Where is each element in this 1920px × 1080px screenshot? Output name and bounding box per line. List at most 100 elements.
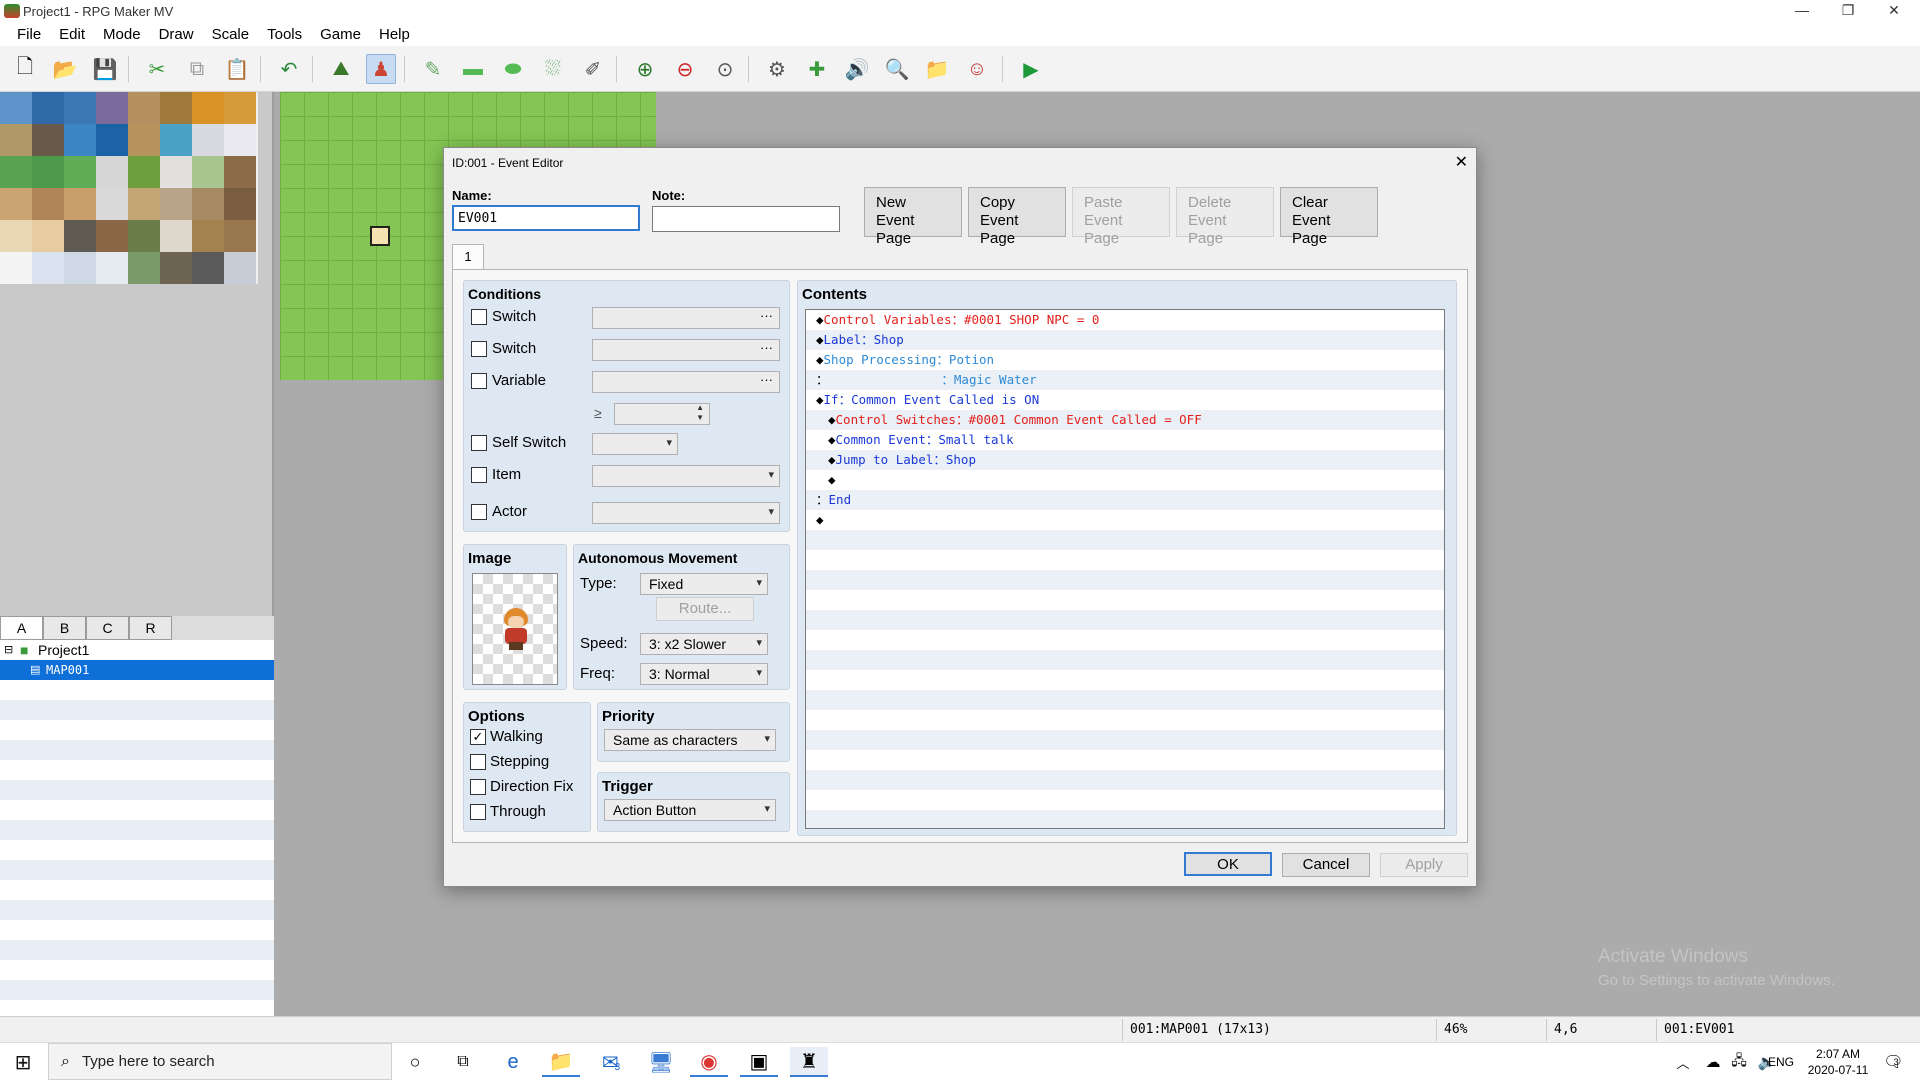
tree-item-map001[interactable]: ▤ MAP001 (0, 660, 274, 680)
variable-select[interactable]: ··· (592, 371, 780, 393)
movement-type-select[interactable]: Fixed ▾ (640, 573, 768, 595)
copy-icon[interactable]: ⧉ (182, 54, 212, 84)
rpg-maker-taskbar-icon[interactable]: ♜ (790, 1047, 828, 1077)
undo-icon[interactable]: ↶ (274, 54, 304, 84)
tile[interactable] (32, 156, 64, 188)
tile[interactable] (192, 252, 224, 284)
file-explorer-icon[interactable]: 📁 (542, 1047, 580, 1077)
apply-button[interactable]: Apply (1380, 853, 1468, 877)
tile[interactable] (192, 188, 224, 220)
stepping-checkbox[interactable] (470, 754, 486, 770)
event-searcher-icon[interactable]: 🔍 (882, 54, 912, 84)
tile[interactable] (32, 124, 64, 156)
tab-r[interactable]: R (129, 616, 172, 640)
movement-speed-select[interactable]: 3: x2 Slower ▾ (640, 633, 768, 655)
lang-indicator[interactable]: ENG (1768, 1055, 1794, 1069)
resource-manager-icon[interactable]: 📁 (922, 54, 952, 84)
rectangle-icon[interactable]: ▬ (458, 54, 488, 84)
event-command-row[interactable]: ◆If：Common Event Called is ON (816, 390, 1039, 410)
zoom-out-icon[interactable]: ⊖ (670, 54, 700, 84)
tile[interactable] (128, 220, 160, 252)
tile[interactable] (32, 92, 64, 124)
event-marker[interactable] (370, 226, 390, 246)
new-event-page-button[interactable]: New Event Page (864, 187, 962, 247)
event-image-preview[interactable] (472, 573, 558, 685)
tile[interactable] (64, 220, 96, 252)
zoom-in-icon[interactable]: ⊕ (630, 54, 660, 84)
tile[interactable] (0, 124, 32, 156)
tile[interactable] (96, 124, 128, 156)
save-project-icon[interactable]: 💾 (90, 54, 120, 84)
clear-event-page-button[interactable]: Clear Event Page (1280, 187, 1378, 247)
tile[interactable] (0, 188, 32, 220)
tile[interactable] (0, 220, 32, 252)
chrome-icon[interactable]: ◉ (690, 1047, 728, 1077)
tile[interactable] (160, 220, 192, 252)
tile[interactable] (0, 252, 32, 284)
tile[interactable] (192, 156, 224, 188)
cortana-icon[interactable]: ○ (396, 1047, 434, 1077)
paste-icon[interactable]: 📋 (222, 54, 252, 84)
ellipse-icon[interactable]: ⬬ (498, 54, 528, 84)
menu-draw[interactable]: Draw (150, 26, 203, 43)
event-command-row[interactable]: ◆Control Variables：#0001 SHOP NPC = 0 (816, 310, 1099, 330)
mail-icon[interactable]: ✉ 3 (592, 1047, 630, 1077)
minimize-icon[interactable]: — (1780, 0, 1824, 22)
variable-value-spinner[interactable]: ▲ ▼ (614, 403, 710, 425)
cut-icon[interactable]: ✂ (142, 54, 172, 84)
event-command-row[interactable]: ◆Common Event：Small talk (828, 430, 1014, 450)
tile[interactable] (224, 252, 256, 284)
restore-icon[interactable]: ❐ (1826, 0, 1870, 22)
tile[interactable] (128, 188, 160, 220)
tile[interactable] (160, 156, 192, 188)
tree-item-project[interactable]: ⊟ ■ Project1 (0, 640, 274, 660)
close-window-icon[interactable]: ✕ (1872, 0, 1916, 22)
tile[interactable] (192, 220, 224, 252)
new-project-icon[interactable]: 🗋 (10, 54, 40, 84)
tile[interactable] (224, 92, 256, 124)
shadow-pen-icon[interactable]: ✐ (578, 54, 608, 84)
tile[interactable] (160, 92, 192, 124)
copy-event-page-button[interactable]: Copy Event Page (968, 187, 1066, 247)
ok-button[interactable]: OK (1184, 852, 1272, 876)
tile[interactable] (160, 252, 192, 284)
tile[interactable] (160, 188, 192, 220)
tile[interactable] (128, 252, 160, 284)
tile[interactable] (32, 220, 64, 252)
event-command-row[interactable]: ◆Label：Shop (816, 330, 904, 350)
event-command-list[interactable]: ◆Control Variables：#0001 SHOP NPC = 0 ◆La… (805, 309, 1445, 829)
self-switch-select[interactable]: ▾ (592, 433, 678, 455)
tile[interactable] (0, 92, 32, 124)
fill-icon[interactable]: ⛆ (538, 54, 568, 84)
tile[interactable] (128, 92, 160, 124)
menu-file[interactable]: File (8, 26, 50, 43)
menu-edit[interactable]: Edit (50, 26, 94, 43)
actor-select[interactable]: ▾ (592, 502, 780, 524)
menu-mode[interactable]: Mode (94, 26, 150, 43)
walking-checkbox[interactable]: ✓ (470, 729, 486, 745)
event-mode-icon[interactable]: ♟ (366, 54, 396, 84)
app-icon-taskbar[interactable]: ▣ (740, 1047, 778, 1077)
tile[interactable] (96, 252, 128, 284)
notification-icon[interactable]: 🗨 3 (1872, 1047, 1910, 1077)
paste-event-page-button[interactable]: Paste Event Page (1072, 187, 1170, 247)
menu-game[interactable]: Game (311, 26, 370, 43)
database-icon[interactable]: ⚙ (762, 54, 792, 84)
tile[interactable] (96, 220, 128, 252)
tile[interactable] (64, 156, 96, 188)
route-button[interactable]: Route... (656, 597, 754, 621)
task-view-icon[interactable]: ⧉ (444, 1047, 482, 1077)
switch1-checkbox[interactable] (471, 309, 487, 325)
event-command-row[interactable]: ◆ (828, 470, 836, 490)
tile[interactable] (96, 188, 128, 220)
through-checkbox[interactable] (470, 804, 486, 820)
open-project-icon[interactable]: 📂 (50, 54, 80, 84)
direction-fix-checkbox[interactable] (470, 779, 486, 795)
tile[interactable] (224, 188, 256, 220)
event-command-row[interactable]: ： ：Magic Water (816, 370, 1037, 390)
event-command-row[interactable]: ：End (816, 490, 851, 510)
tile[interactable] (64, 252, 96, 284)
menu-scale[interactable]: Scale (203, 26, 259, 43)
tile[interactable] (32, 252, 64, 284)
tile-palette[interactable] (0, 92, 258, 284)
